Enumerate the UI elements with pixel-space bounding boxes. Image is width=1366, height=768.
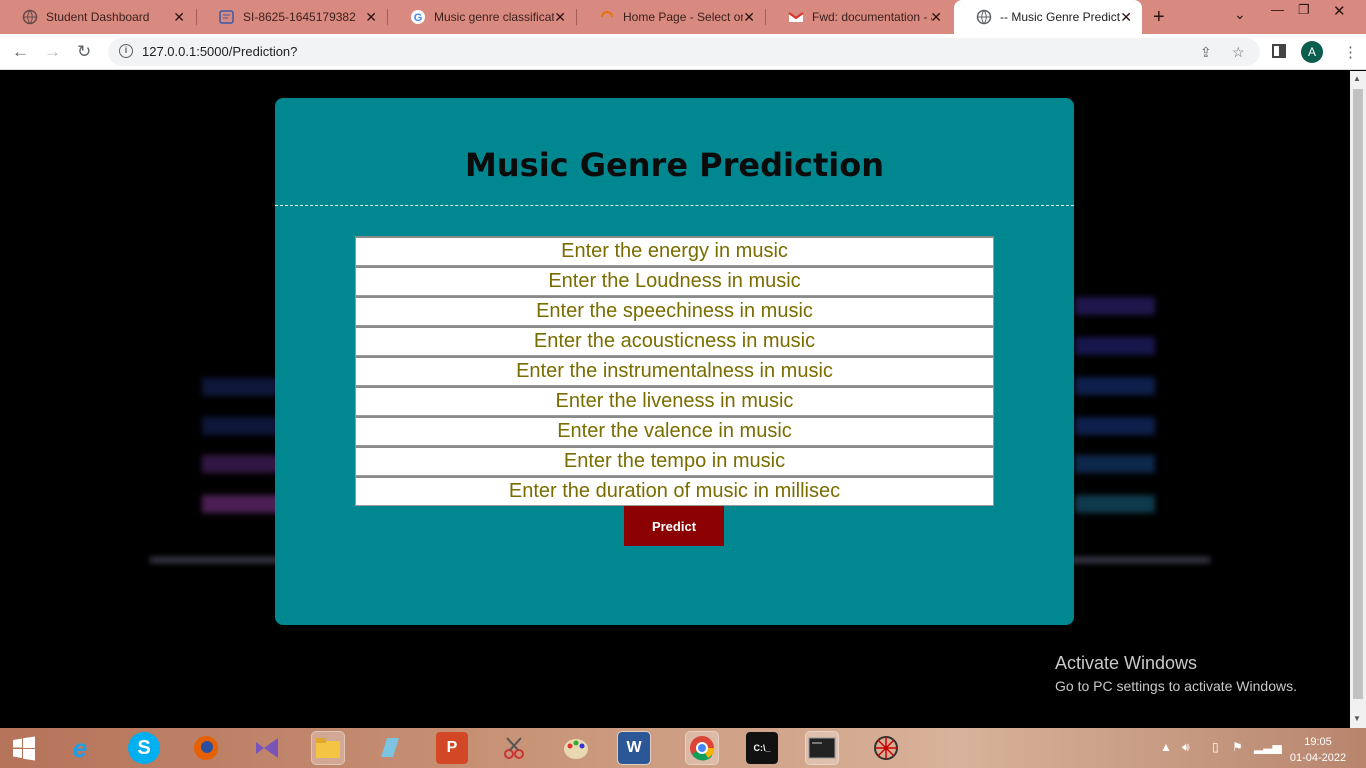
background-bar [202, 455, 282, 473]
windows-taskbar: e S P W C:\_ ▲ 🔊︎ ▯ ⚑ ▂▃▅ 19:05 01-04-20… [0, 728, 1366, 768]
chevron-down-icon[interactable]: ⌄ [1234, 6, 1246, 23]
tab-home-page[interactable]: Home Page - Select or ✕ [577, 0, 765, 34]
tab-strip: Student Dashboard ✕ SI-8625-1645179382 ✕… [0, 0, 1366, 34]
paint-icon[interactable] [560, 732, 592, 764]
energy-input[interactable] [355, 236, 994, 266]
close-tab-icon[interactable]: ✕ [1120, 9, 1132, 26]
background-bar [202, 378, 282, 396]
loudness-input[interactable] [355, 266, 994, 296]
tab-music-genre-classification[interactable]: G Music genre classificatio ✕ [388, 0, 576, 34]
info-icon[interactable]: i [119, 44, 133, 58]
background-bar [1075, 455, 1155, 473]
side-panel-icon[interactable] [1272, 44, 1286, 58]
page-title: Music Genre Prediction [465, 146, 884, 184]
duration-input[interactable] [355, 476, 994, 506]
skype-icon[interactable]: S [128, 732, 160, 764]
browser-toolbar: ← → ↻ i 127.0.0.1:5000/Prediction? ⇪ ☆ A… [0, 34, 1366, 70]
background-bar [1075, 377, 1155, 395]
tab-music-genre-prediction[interactable]: -- Music Genre Predictio ✕ [954, 0, 1142, 34]
terminal-window-icon[interactable] [805, 731, 839, 765]
speechiness-input[interactable] [355, 296, 994, 326]
web-app-icon[interactable] [870, 732, 902, 764]
windows-start-icon[interactable] [8, 732, 40, 764]
new-tab-icon[interactable]: + [1153, 6, 1165, 29]
close-window-icon[interactable]: ✕ [1333, 2, 1346, 20]
tab-title: Student Dashboard [46, 10, 150, 24]
restore-icon[interactable]: ❐ [1298, 2, 1310, 18]
powerpoint-icon[interactable]: P [436, 732, 468, 764]
clock-time: 19:05 [1304, 736, 1332, 748]
predict-button[interactable]: Predict [624, 506, 724, 546]
prediction-form [355, 236, 994, 506]
acousticness-input[interactable] [355, 326, 994, 356]
background-bar [202, 417, 282, 435]
close-tab-icon[interactable]: ✕ [554, 9, 566, 26]
snipping-tool-icon[interactable] [498, 732, 530, 764]
share-icon[interactable]: ⇪ [1200, 44, 1212, 61]
watermark-title: Activate Windows [1055, 653, 1198, 673]
activate-windows-watermark: Activate Windows Go to PC settings to ac… [1055, 653, 1297, 694]
volume-icon[interactable]: 🔊︎ [1182, 740, 1190, 755]
internet-explorer-icon[interactable]: e [64, 732, 96, 764]
visual-studio-icon[interactable] [251, 732, 283, 764]
globe-icon [22, 9, 38, 25]
avatar[interactable]: A [1301, 41, 1323, 63]
back-arrow-icon[interactable]: ← [12, 42, 29, 62]
background-bar [1075, 297, 1155, 315]
reload-icon[interactable]: ↻ [77, 42, 91, 62]
prediction-card: Music Genre Prediction Predict [275, 98, 1074, 625]
background-bar [1075, 417, 1155, 435]
vertical-scrollbar[interactable]: ▲ ▼ [1350, 71, 1366, 728]
network-signal-icon[interactable]: ▂▃▅ [1254, 740, 1282, 754]
document-icon [219, 9, 235, 25]
scrollbar-thumb[interactable] [1353, 89, 1363, 699]
tab-title: Fwd: documentation - a [812, 10, 932, 24]
watermark-subtitle: Go to PC settings to activate Windows. [1055, 678, 1297, 694]
globe-icon [976, 9, 992, 25]
close-tab-icon[interactable]: ✕ [743, 9, 755, 26]
background-bar [202, 495, 282, 513]
liveness-input[interactable] [355, 386, 994, 416]
tab-student-dashboard[interactable]: Student Dashboard ✕ [0, 0, 195, 34]
divider [275, 205, 1074, 206]
scroll-up-arrow-icon[interactable]: ▲ [1353, 74, 1361, 83]
battery-icon[interactable]: ▯ [1212, 740, 1219, 754]
close-tab-icon[interactable]: ✕ [173, 9, 185, 26]
url-text[interactable]: 127.0.0.1:5000/Prediction? [142, 44, 297, 59]
clock-date: 01-04-2022 [1289, 752, 1347, 764]
gmail-icon [788, 9, 804, 25]
valence-input[interactable] [355, 416, 994, 446]
page-viewport: Music Genre Prediction Predict Activate … [0, 71, 1350, 728]
chrome-icon[interactable] [685, 731, 719, 765]
system-clock[interactable]: 19:05 01-04-2022 [1288, 734, 1348, 766]
command-prompt-icon[interactable]: C:\_ [746, 732, 778, 764]
google-icon: G [410, 9, 426, 25]
star-icon[interactable]: ☆ [1232, 44, 1245, 61]
tab-fwd-documentation[interactable]: Fwd: documentation - a ✕ [766, 0, 952, 34]
instrumentalness-input[interactable] [355, 356, 994, 386]
minimize-icon[interactable]: — [1271, 2, 1284, 17]
show-hidden-icons-icon[interactable]: ▲ [1160, 740, 1172, 754]
svg-text:G: G [414, 12, 423, 24]
firefox-icon[interactable] [190, 732, 222, 764]
tab-title: -- Music Genre Predictio [1000, 10, 1120, 24]
tab-title: Home Page - Select or [623, 10, 743, 24]
close-tab-icon[interactable]: ✕ [930, 9, 942, 26]
menu-icon[interactable]: ⋮ [1343, 43, 1358, 61]
tempo-input[interactable] [355, 446, 994, 476]
tab-title: SI-8625-1645179382 [243, 10, 356, 24]
action-center-flag-icon[interactable]: ⚑ [1232, 740, 1243, 754]
tab-title: Music genre classificatio [434, 10, 554, 24]
address-bar[interactable]: i 127.0.0.1:5000/Prediction? ⇪ ☆ [108, 38, 1260, 66]
background-bar [1075, 337, 1155, 355]
notes-app-icon[interactable] [374, 732, 406, 764]
scroll-down-arrow-icon[interactable]: ▼ [1353, 714, 1361, 723]
forward-arrow-icon[interactable]: → [44, 42, 61, 62]
word-icon[interactable]: W [617, 731, 651, 765]
close-tab-icon[interactable]: ✕ [365, 9, 377, 26]
loading-icon [599, 9, 615, 25]
file-explorer-icon[interactable] [311, 731, 345, 765]
tab-si-document[interactable]: SI-8625-1645179382 ✕ [197, 0, 387, 34]
background-bar [1075, 495, 1155, 513]
